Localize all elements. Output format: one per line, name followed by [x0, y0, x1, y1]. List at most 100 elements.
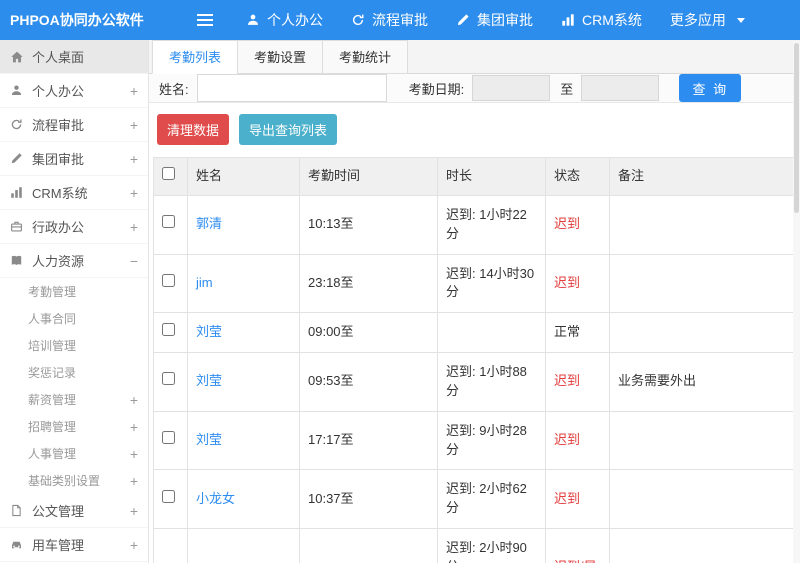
- table-row: 小龙女 10:37至 迟到: 2小时62分 迟到: [153, 469, 796, 530]
- duration-cell: 迟到: 14小时30分: [437, 253, 546, 314]
- clean-data-button[interactable]: 清理数据: [157, 114, 230, 145]
- page-scrollbar[interactable]: [793, 41, 800, 563]
- main-content: 考勤列表 考勤设置 考勤统计 姓名: 考勤日期: 至 查 询 清理数据 导出查询…: [149, 40, 800, 563]
- sidebar-subitem-recruitment-management[interactable]: 招聘管理 +: [0, 413, 148, 440]
- sidebar-subitem-hr-contract[interactable]: 人事合同: [0, 305, 148, 332]
- sidebar-item-workflow-approval[interactable]: 流程审批 +: [0, 108, 148, 142]
- tab-attendance-list[interactable]: 考勤列表: [152, 40, 239, 74]
- tab-attendance-statistics[interactable]: 考勤统计: [322, 40, 409, 74]
- sidebar-subitem-base-category-settings[interactable]: 基础类别设置 +: [0, 467, 148, 494]
- attendance-time: 09:00至: [299, 312, 438, 354]
- sidebar-item-label: 集团审批: [32, 152, 85, 167]
- sidebar-item-label: 个人桌面: [32, 50, 85, 65]
- hamburger-menu-icon[interactable]: [196, 13, 214, 27]
- note-cell: [609, 312, 796, 354]
- scrollbar-thumb[interactable]: [794, 43, 799, 213]
- employee-name-link[interactable]: 小龙女: [196, 491, 235, 506]
- sidebar-item-personal-desktop[interactable]: 个人桌面: [0, 40, 148, 74]
- sidebar-item-group-approval[interactable]: 集团审批 +: [0, 142, 148, 176]
- briefcase-icon: [10, 220, 32, 233]
- top-nav: 个人办公 流程审批 集团审批 CRM系统 更多应用: [240, 0, 751, 40]
- employee-name-link[interactable]: 郭清: [196, 216, 222, 231]
- note-cell: 业务需要外出: [609, 352, 796, 412]
- late-text: 迟到: 14小时30分: [446, 265, 535, 300]
- table-row: 刘莹 09:53至 迟到: 1小时88分 迟到 业务需要外出: [153, 352, 796, 412]
- row-checkbox[interactable]: [162, 489, 175, 503]
- duration-cell: 迟到: 1小时22分: [437, 194, 546, 255]
- search-button[interactable]: 查 询: [679, 74, 742, 102]
- table-row: 刘莹 09:00至 正常: [153, 312, 796, 354]
- filter-bar: 姓名: 考勤日期: 至 查 询: [149, 74, 800, 103]
- sidebar-item-vehicle-management[interactable]: 用车管理 +: [0, 528, 148, 562]
- sidebar-subitem-training-management[interactable]: 培训管理: [0, 332, 148, 359]
- employee-name-link[interactable]: 刘莹: [196, 373, 222, 388]
- tab-attendance-settings[interactable]: 考勤设置: [237, 40, 324, 74]
- row-checkbox[interactable]: [162, 273, 175, 287]
- sidebar-subitem-reward-punishment[interactable]: 奖惩记录: [0, 359, 148, 386]
- nav-label: 个人办公: [267, 12, 323, 28]
- name-input[interactable]: [196, 74, 387, 102]
- attendance-table: 姓名 考勤时间 时长 状态 备注 郭清 10:13至 迟到: 1小时22分 迟到: [153, 157, 796, 563]
- select-all-checkbox[interactable]: [162, 167, 175, 180]
- late-text: 迟到: 1小时22分: [446, 206, 527, 241]
- expand-icon: +: [129, 184, 138, 201]
- attendance-date-label: 考勤日期:: [408, 81, 465, 97]
- expand-icon: +: [129, 391, 138, 408]
- status-cell: 迟到: [545, 253, 610, 314]
- sidebar-item-admin-office[interactable]: 行政办公 +: [0, 210, 148, 244]
- attendance-time: 10:37至: [299, 469, 438, 530]
- nav-group-approval[interactable]: 集团审批: [450, 0, 539, 40]
- app-brand: PHPOA协同办公软件: [10, 12, 144, 28]
- expand-icon: +: [129, 82, 138, 99]
- nav-more-apps[interactable]: 更多应用: [664, 0, 751, 40]
- expand-icon: +: [129, 502, 138, 519]
- note-cell: [609, 469, 796, 530]
- sidebar-item-document-management[interactable]: 公文管理 +: [0, 494, 148, 528]
- expand-icon: +: [129, 218, 138, 235]
- status-cell: 正常: [545, 312, 610, 354]
- late-text: 迟到: 9小时28分: [446, 422, 527, 457]
- nav-label: 集团审批: [477, 12, 533, 28]
- sidebar-subitem-salary-management[interactable]: 薪资管理 +: [0, 386, 148, 413]
- note-cell: 1111: [609, 528, 796, 563]
- column-header-note: 备注: [609, 157, 796, 196]
- export-query-list-button[interactable]: 导出查询列表: [239, 114, 338, 145]
- nav-label: CRM系统: [582, 12, 642, 28]
- column-header-status: 状态: [545, 157, 610, 196]
- status-cell: 迟到: [545, 352, 610, 412]
- sidebar-item-crm-system[interactable]: CRM系统 +: [0, 176, 148, 210]
- row-checkbox[interactable]: [162, 215, 175, 229]
- row-checkbox[interactable]: [162, 323, 175, 337]
- sidebar-subitem-label: 考勤管理: [28, 285, 77, 299]
- attendance-time: 10:13至: [299, 194, 438, 255]
- sidebar-item-personal-office[interactable]: 个人办公 +: [0, 74, 148, 108]
- sidebar-item-label: 流程审批: [32, 118, 85, 133]
- nav-workflow-approval[interactable]: 流程审批: [345, 0, 434, 40]
- sidebar: 个人桌面 个人办公 + 流程审批 + 集团审批 + CRM系统 + 行政办公 +…: [0, 40, 149, 563]
- sidebar-item-label: 人力资源: [32, 254, 85, 269]
- bar-chart-icon: [10, 186, 32, 199]
- row-checkbox[interactable]: [162, 372, 175, 386]
- nav-label: 流程审批: [372, 12, 428, 28]
- nav-label: 更多应用: [669, 12, 726, 28]
- employee-name-link[interactable]: 刘莹: [196, 324, 222, 339]
- employee-name-link[interactable]: jim: [196, 275, 213, 290]
- bar-chart-icon: [561, 13, 575, 27]
- sidebar-subitem-attendance-management[interactable]: 考勤管理: [0, 278, 148, 305]
- late-text: 迟到: 2小时90分: [446, 540, 527, 563]
- edit-icon: [456, 13, 470, 27]
- nav-personal-office[interactable]: 个人办公: [240, 0, 329, 40]
- sidebar-item-human-resources[interactable]: 人力资源 −: [0, 244, 148, 278]
- table-row: 刘莹 17:17至 迟到: 9小时28分 迟到: [153, 410, 796, 471]
- action-bar: 清理数据 导出查询列表: [149, 103, 800, 157]
- employee-name-link[interactable]: 刘莹: [196, 432, 222, 447]
- sidebar-item-label: 用车管理: [32, 538, 85, 553]
- date-to-input[interactable]: [581, 75, 660, 101]
- sidebar-subitem-personnel-management[interactable]: 人事管理 +: [0, 440, 148, 467]
- nav-crm-system[interactable]: CRM系统: [555, 0, 648, 40]
- sidebar-subitem-label: 人事合同: [28, 312, 77, 326]
- date-from-input[interactable]: [472, 75, 551, 101]
- row-checkbox[interactable]: [162, 431, 175, 445]
- sidebar-item-label: 个人办公: [32, 84, 85, 99]
- home-icon: [10, 50, 32, 64]
